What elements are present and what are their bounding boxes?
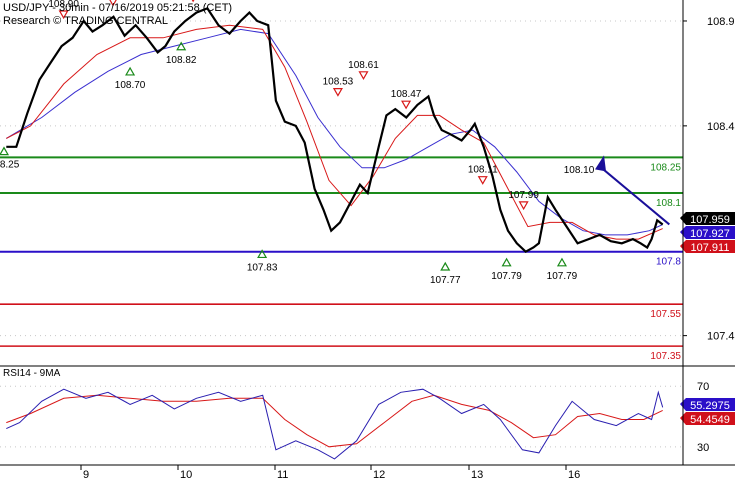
- swing-low-label: 108.25: [0, 160, 20, 171]
- price-tick-label: 108.9: [707, 16, 735, 28]
- level-label: 108.25: [650, 162, 681, 173]
- swing-low-label: 107.77: [430, 275, 461, 286]
- swing-high-label: 107.99: [508, 190, 539, 201]
- time-tick-label: 11: [277, 469, 288, 480]
- target-label: 108.10: [564, 165, 595, 176]
- time-tick-label: 16: [568, 469, 580, 480]
- rsi-tick-label: 30: [697, 442, 709, 454]
- swing-low-label: 107.79: [491, 271, 522, 282]
- rsi-value-label: 54.4549: [690, 414, 730, 426]
- level-label: 107.55: [650, 309, 681, 320]
- time-tick-label: 12: [373, 469, 385, 480]
- swing-low-label: 107.79: [547, 271, 578, 282]
- price-tick-label: 108.4: [707, 121, 735, 133]
- last-price-label: 107.959: [690, 214, 730, 226]
- swing-high-label: 108.61: [348, 60, 379, 71]
- level-label: 107.8: [656, 257, 681, 268]
- swing-low-label: 108.70: [115, 80, 146, 91]
- last-price-label: 107.927: [690, 228, 730, 240]
- swing-high-label: 108.47: [391, 89, 422, 100]
- swing-high-label: 108.53: [323, 77, 354, 88]
- rsi-value-label: 55.2975: [690, 400, 730, 412]
- last-price-label: 107.911: [691, 242, 730, 254]
- rsi-tick-label: 70: [697, 381, 709, 393]
- time-tick-label: 10: [180, 469, 192, 480]
- time-tick-label: 13: [471, 469, 483, 480]
- price-tick-label: 107.4: [707, 331, 735, 343]
- level-label: 108.1: [656, 198, 681, 209]
- chart-canvas: 108.25 108.1 107.8 107.55 107.35 108.25 108.9…: [0, 0, 735, 480]
- time-tick-label: 9: [83, 469, 89, 480]
- swing-low-label: 107.83: [247, 262, 278, 273]
- rsi-panel-title: RSI14 - 9MA: [3, 368, 61, 379]
- swing-high-label: 108.11: [468, 165, 498, 176]
- swing-low-label: 108.82: [166, 55, 197, 66]
- chart-title: USD/JPY - 30min - 07/16/2019 05:21:58 (C…: [3, 2, 233, 14]
- chart-subtitle: Research © TRADING CENTRAL: [3, 15, 168, 27]
- level-label: 107.35: [650, 351, 681, 362]
